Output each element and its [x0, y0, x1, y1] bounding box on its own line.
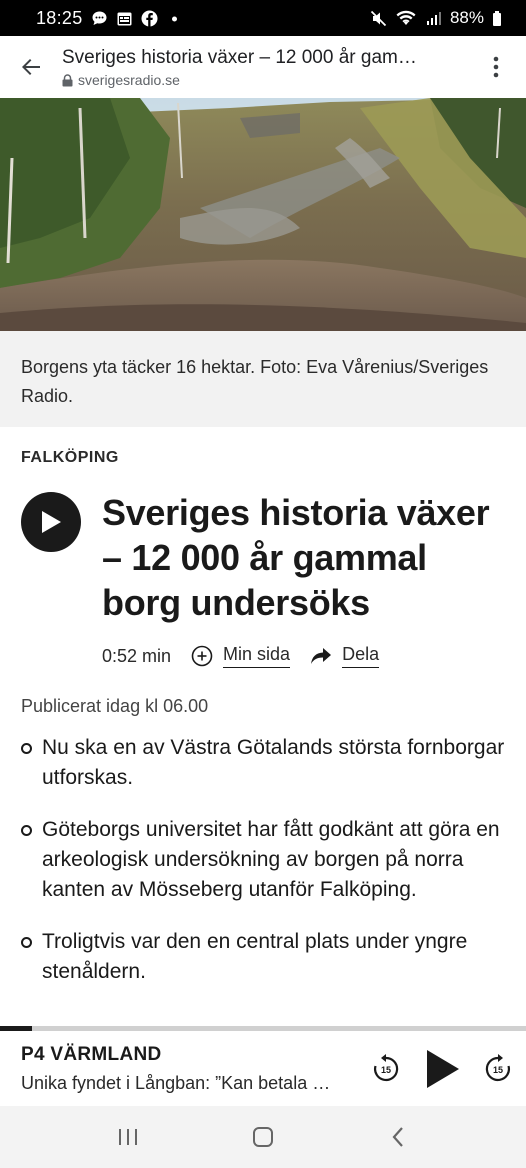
status-right: 88% [370, 8, 502, 28]
skip-back-seconds: 15 [381, 1065, 391, 1075]
bullet-text: Troligtvis var den en central plats unde… [42, 930, 468, 983]
plus-circle-icon [191, 645, 213, 667]
bullet-circle-icon [21, 743, 32, 754]
article-summary-list: Nu ska en av Västra Götalands största fo… [21, 733, 511, 1009]
article-meta-row: 0:52 min Min sida Dela [102, 644, 399, 668]
bullet-circle-icon [21, 825, 32, 836]
player-channel: P4 VÄRMLAND [21, 1044, 162, 1065]
skip-back-button[interactable]: 15 [372, 1053, 400, 1083]
share-label: Dela [342, 644, 380, 668]
article-category[interactable]: FALKÖPING [21, 449, 119, 467]
facebook-icon [141, 10, 158, 27]
chat-bubble-icon [91, 10, 108, 27]
play-icon [427, 1050, 459, 1088]
home-button[interactable] [243, 1117, 283, 1157]
lock-icon [62, 73, 73, 86]
wifi-icon [395, 10, 417, 27]
home-icon [252, 1127, 273, 1147]
mini-player[interactable]: P4 VÄRMLAND Unika fyndet i Långban: ”Kan… [0, 1031, 526, 1106]
status-bar: 18:25 88% [0, 0, 526, 36]
arrow-left-icon [22, 59, 40, 75]
recents-icon [118, 1129, 137, 1145]
player-play-button[interactable] [424, 1048, 462, 1090]
skip-forward-button[interactable]: 15 [484, 1053, 512, 1083]
list-item: Troligtvis var den en central plats unde… [21, 927, 511, 987]
article-play-button[interactable] [21, 492, 81, 552]
play-icon [42, 511, 61, 533]
status-left: 18:25 [36, 8, 183, 29]
signal-icon [425, 10, 442, 27]
browser-page-title: Sveriges historia växer – 12 000 år gam… [62, 47, 417, 68]
status-time: 18:25 [36, 7, 83, 28]
system-navigation-bar [0, 1106, 526, 1168]
article-headline: Sveriges historia växer – 12 000 år gamm… [102, 492, 490, 623]
list-item: Göteborgs universitet har fått godkänt a… [21, 815, 511, 905]
my-page-button[interactable]: Min sida [191, 644, 291, 668]
back-button[interactable] [0, 36, 62, 98]
dot-icon [166, 10, 183, 27]
article-hero-image [0, 98, 526, 331]
forward-15-icon: 15 [485, 1054, 511, 1082]
chevron-left-icon [392, 1127, 404, 1147]
list-item: Nu ska en av Västra Götalands största fo… [21, 733, 511, 793]
battery-icon [492, 10, 502, 27]
url-domain: sverigesradio.se [62, 72, 466, 88]
image-caption: Borgens yta täcker 16 hektar. Foto: Eva … [0, 331, 526, 427]
published-date: Publicerat idag kl 06.00 [21, 696, 209, 716]
player-episode-title: Unika fyndet i Långban: ”Kan betala … [21, 1073, 331, 1093]
system-back-button[interactable] [378, 1117, 418, 1157]
mute-icon [370, 10, 387, 27]
bullet-circle-icon [21, 937, 32, 948]
battery-level: 88% [449, 8, 484, 27]
my-page-label: Min sida [223, 644, 291, 668]
recent-apps-button[interactable] [108, 1117, 148, 1157]
replay-15-icon: 15 [373, 1054, 399, 1082]
bullet-text: Göteborgs universitet har fått godkänt a… [42, 818, 500, 901]
share-button[interactable]: Dela [310, 644, 380, 668]
address-area[interactable]: Sveriges historia växer – 12 000 år gam…… [62, 46, 466, 88]
bullet-text: Nu ska en av Västra Götalands största fo… [42, 736, 505, 789]
skip-forward-seconds: 15 [493, 1065, 503, 1075]
url-domain-text: sverigesradio.se [78, 72, 180, 88]
share-arrow-icon [311, 648, 332, 664]
audio-duration: 0:52 min [102, 645, 172, 666]
calendar-icon [116, 10, 133, 27]
overflow-menu-button[interactable] [466, 36, 526, 98]
more-vert-icon [493, 56, 499, 78]
browser-toolbar: Sveriges historia växer – 12 000 år gam…… [0, 36, 526, 98]
